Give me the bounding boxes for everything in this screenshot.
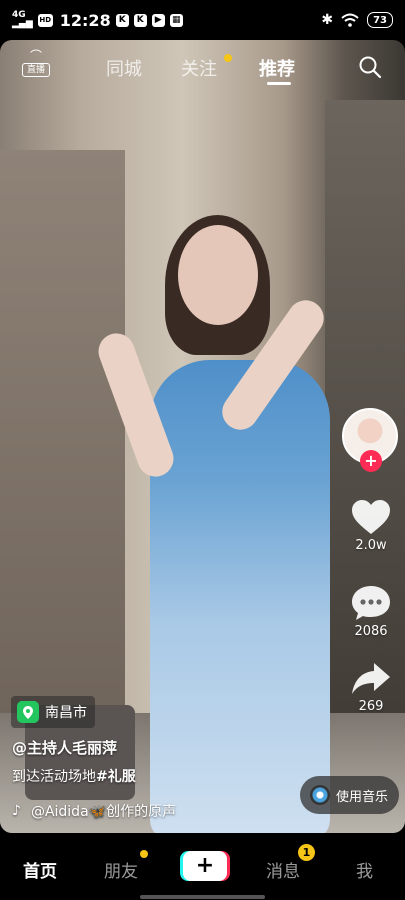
tab-nearby[interactable]: 同城	[106, 55, 142, 81]
post-button[interactable]: +	[183, 851, 227, 881]
heart-icon	[352, 500, 390, 534]
hashtag-link[interactable]: #礼服	[96, 769, 136, 785]
like-button[interactable]: 2.0w	[345, 498, 397, 553]
messages-badge: 1	[298, 844, 315, 861]
share-icon	[352, 663, 390, 694]
share-button[interactable]: 269	[345, 661, 397, 714]
screen: 4G ▂▄▆ HD 12:28 K K ▶ ▦ ✱ 73 ⌒ 直播 同城 关注 …	[0, 0, 405, 900]
music-note-icon: ♪	[12, 803, 21, 819]
comment-count: 2086	[354, 624, 388, 639]
app-notification-icon: K	[133, 13, 147, 27]
description-text: 到达活动场地	[12, 769, 96, 785]
use-music-label: 使用音乐	[336, 789, 389, 805]
video-subject	[150, 360, 330, 833]
nav-friends[interactable]: 朋友	[104, 857, 138, 882]
friends-new-dot	[140, 850, 148, 858]
search-icon[interactable]	[358, 55, 382, 79]
tab-recommended[interactable]: 推荐	[259, 55, 295, 81]
video-description: 到达活动场地#礼服	[12, 766, 136, 786]
tab-following[interactable]: 关注	[181, 55, 217, 81]
location-label: 南昌市	[45, 705, 87, 721]
active-tab-indicator	[267, 82, 291, 85]
comment-icon	[352, 586, 390, 620]
following-new-dot	[224, 54, 232, 62]
app-notification-icon: ▶	[151, 13, 165, 27]
location-tag[interactable]: 南昌市	[11, 696, 95, 728]
wifi-icon	[341, 13, 359, 27]
video-subject	[178, 225, 258, 325]
use-music-button[interactable]: 使用音乐	[300, 776, 399, 814]
nav-messages[interactable]: 消息	[266, 857, 300, 882]
share-count: 269	[358, 699, 384, 714]
follow-button[interactable]: +	[360, 450, 382, 472]
clock: 12:28	[59, 10, 111, 30]
nav-me[interactable]: 我	[356, 857, 373, 882]
nav-home[interactable]: 首页	[23, 857, 57, 882]
author-name[interactable]: @主持人毛丽萍	[12, 737, 117, 758]
app-notification-icon: K	[115, 13, 129, 27]
hd-icon: HD	[37, 13, 53, 27]
like-count: 2.0w	[355, 538, 387, 553]
comment-button[interactable]: 2086	[345, 584, 397, 639]
app-notification-icon: ▦	[169, 13, 183, 27]
bottom-nav: 首页 朋友 + 消息 1 我	[0, 833, 405, 900]
home-indicator	[140, 895, 265, 899]
video-background	[0, 150, 125, 770]
status-bar: 4G ▂▄▆ HD 12:28 K K ▶ ▦ ✱ 73	[0, 0, 405, 40]
battery-indicator: 73	[367, 12, 393, 28]
music-disc-icon	[310, 785, 330, 805]
music-title: @Aidida🦋创作的原声	[30, 804, 177, 820]
live-button[interactable]: ⌒ 直播	[22, 50, 50, 80]
music-info[interactable]: ♪ @Aidida🦋创作的原声	[12, 801, 176, 821]
location-pin-icon	[17, 701, 39, 723]
bluetooth-icon: ✱	[321, 12, 334, 28]
signal-icon: 4G ▂▄▆	[12, 10, 33, 29]
